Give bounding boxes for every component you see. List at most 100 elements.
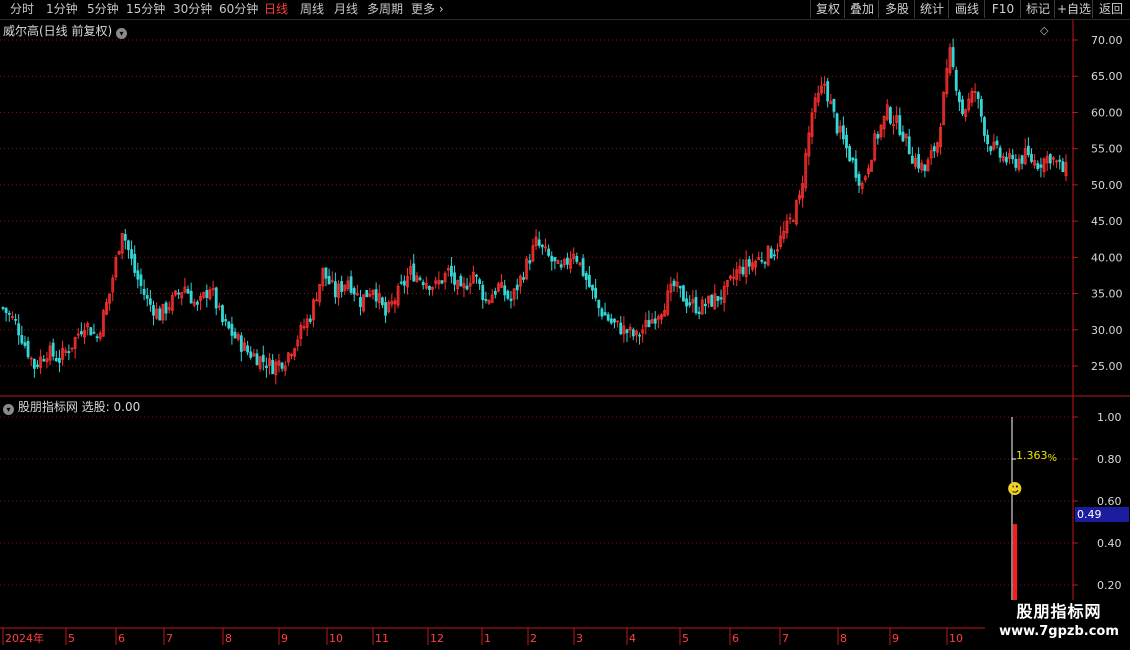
candle-body — [92, 331, 96, 334]
candle-body — [995, 140, 999, 146]
candle-body — [189, 290, 193, 304]
main-panel-title: 威尔高(日线 前复权) ▾ — [3, 22, 128, 39]
candle-body — [606, 314, 610, 321]
candle-body — [130, 249, 133, 259]
candle-body — [998, 147, 1002, 158]
candle-body — [694, 296, 698, 314]
candle-body — [653, 318, 657, 324]
candle-body — [832, 98, 836, 112]
price-tick-label: 60.00 — [1091, 106, 1123, 119]
candle-body — [95, 336, 99, 339]
candle-body — [36, 364, 39, 367]
candle-body — [747, 259, 751, 267]
candle-body — [324, 267, 328, 279]
annotation-value: 1.363 — [1016, 449, 1048, 462]
candle-body — [32, 358, 36, 369]
diamond-icon[interactable]: ◇ — [1040, 24, 1048, 37]
candle-body — [638, 334, 641, 337]
indicator-name: 股朋指标网 — [17, 400, 78, 414]
candle-body — [678, 285, 682, 289]
candle-body — [214, 287, 218, 309]
candle-body — [719, 297, 723, 300]
date-label: 6 — [732, 632, 739, 645]
candle-body — [136, 270, 140, 280]
stock-title: 威尔高(日线 前复权) — [3, 24, 113, 38]
price-tick-label: 25.00 — [1091, 360, 1123, 373]
candle-body — [365, 289, 369, 298]
candle-body — [17, 323, 21, 336]
price-tick-label: 50.00 — [1091, 179, 1123, 192]
price-tick-label: 30.00 — [1091, 324, 1123, 337]
candle-body — [459, 275, 463, 287]
date-label: 5 — [68, 632, 75, 645]
candle-body — [333, 281, 337, 298]
candle-body — [898, 115, 902, 135]
candle-body — [976, 92, 980, 99]
candle-body — [835, 113, 839, 134]
current-value-badge: 0.49 — [1075, 507, 1129, 522]
candle-body — [703, 303, 707, 307]
candle-body — [672, 280, 676, 287]
date-label: 4 — [629, 632, 636, 645]
date-label: 11 — [375, 632, 389, 645]
candle-body — [205, 290, 209, 298]
date-label: 3 — [576, 632, 583, 645]
candle-body — [1005, 156, 1008, 163]
date-label: 9 — [281, 632, 288, 645]
candle-body — [123, 234, 127, 241]
candle-body — [221, 305, 224, 323]
candle-body — [553, 256, 557, 262]
kline-chart[interactable]: 70.00 65.00 60.00 55.00 50.00 45.00 40.00 35.00… — [0, 0, 1130, 650]
candle-body — [769, 248, 773, 259]
candle-body — [261, 354, 265, 363]
candle-body — [249, 351, 253, 358]
candle-body — [647, 320, 651, 328]
candle-body — [1030, 153, 1033, 162]
chevron-down-icon[interactable]: ▾ — [116, 28, 128, 39]
candle-body — [4, 307, 8, 313]
candle-body — [989, 146, 993, 152]
candle-body — [613, 318, 616, 323]
candle-body — [961, 99, 964, 115]
candle-body — [152, 305, 155, 316]
candle-body — [760, 260, 764, 262]
candle-body — [917, 154, 921, 169]
indicator-tick-label: 0.40 — [1097, 537, 1122, 550]
candle-body — [566, 257, 569, 265]
candle-body — [478, 279, 482, 285]
candle-body — [854, 158, 858, 178]
candle-body — [384, 302, 387, 316]
candle-body — [493, 290, 497, 295]
candle-body — [848, 146, 852, 162]
indicator-gridlines — [0, 416, 1073, 586]
candle-body — [954, 69, 958, 91]
candle-body — [575, 256, 579, 262]
smiley-icon: ☻ — [1007, 480, 1023, 498]
candle-body — [230, 323, 234, 336]
candle-body — [233, 331, 237, 339]
candle-body — [986, 134, 990, 145]
candle-body — [359, 297, 362, 308]
indicator-value: 选股: 0.00 — [81, 400, 141, 414]
candle-body — [851, 157, 855, 161]
candle-body — [264, 365, 268, 369]
candle-body — [983, 117, 986, 136]
candle-body — [453, 272, 456, 285]
candle-body — [603, 312, 607, 316]
date-label: 7 — [166, 632, 173, 645]
candle-body — [51, 342, 55, 357]
candle-body — [465, 285, 469, 290]
candle-body — [876, 134, 880, 139]
candle-body — [682, 285, 685, 302]
price-tick-label: 45.00 — [1091, 215, 1123, 228]
indicator-panel-title: ▾ 股朋指标网 选股: 0.00 — [3, 398, 140, 415]
candle-body — [399, 281, 403, 284]
chevron-down-icon[interactable]: ▾ — [3, 404, 14, 415]
candle-body — [625, 329, 629, 334]
candle-body — [421, 281, 425, 286]
candle-body — [550, 255, 554, 262]
date-label: 8 — [840, 632, 847, 645]
candle-body — [697, 311, 701, 315]
candle-body — [374, 289, 378, 302]
candle-body — [23, 342, 27, 346]
